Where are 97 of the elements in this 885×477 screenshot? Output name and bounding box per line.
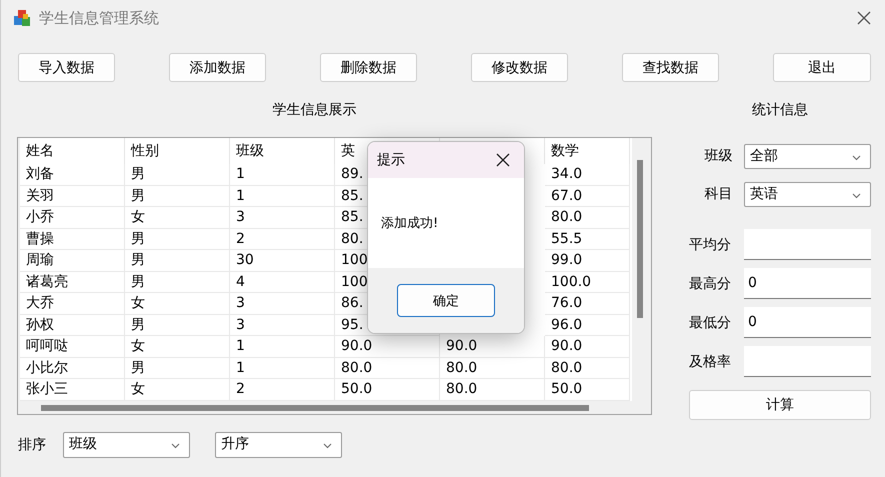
toolbar-button[interactable]: 删除数据 xyxy=(320,53,417,82)
column-header[interactable]: 班级 xyxy=(230,138,335,164)
table-cell: 女 xyxy=(131,338,145,354)
table-cell: 3 xyxy=(236,295,245,311)
table-cell: 90.0 xyxy=(551,338,582,354)
cubes-icon xyxy=(12,8,32,28)
result-label: 最高分 xyxy=(689,274,732,292)
column-header[interactable]: 数学 xyxy=(545,138,630,164)
ok-button[interactable]: 确定 xyxy=(397,284,495,317)
table-cell: 96.0 xyxy=(551,316,582,332)
toolbar-button[interactable]: 导入数据 xyxy=(18,53,115,82)
toolbar-button[interactable]: 修改数据 xyxy=(471,53,568,82)
table-cell: 30 xyxy=(236,252,254,268)
table-cell: 2 xyxy=(236,381,245,397)
table-cell: 关羽 xyxy=(26,188,54,204)
sort-order-dropdown[interactable]: 升序 xyxy=(215,432,342,458)
window-title: 学生信息管理系统 xyxy=(39,8,160,28)
table-cell: 男 xyxy=(131,188,145,204)
table-cell: 诸葛亮 xyxy=(26,274,68,290)
table-cell: 孙权 xyxy=(26,316,54,332)
table-cell: 男 xyxy=(131,166,145,182)
dialog-title: 提示 xyxy=(377,151,405,169)
table-cell: 100 xyxy=(341,252,368,268)
table-cell: 89. xyxy=(341,166,364,182)
dialog-message: 添加成功! xyxy=(381,215,438,232)
table-cell: 刘备 xyxy=(26,166,54,182)
chevron-icon xyxy=(852,192,861,198)
table-cell: 曹操 xyxy=(26,230,54,246)
table-cell: 34.0 xyxy=(551,166,582,182)
table-cell: 男 xyxy=(131,230,145,246)
table-cell: 80.0 xyxy=(446,360,478,376)
input-field[interactable]: 0 xyxy=(744,307,871,338)
table-cell: 85. xyxy=(341,209,364,225)
table-cell: 女 xyxy=(131,209,145,225)
filter-dropdown[interactable]: 全部 xyxy=(744,144,871,168)
chevron-icon xyxy=(171,443,180,449)
section-title: 学生信息展示 xyxy=(272,100,356,118)
column-header[interactable]: 性别 xyxy=(125,138,230,164)
table-cell: 86. xyxy=(341,295,364,311)
input-field[interactable] xyxy=(744,229,871,260)
toolbar-button[interactable]: 退出 xyxy=(773,53,871,82)
table-cell: 95. xyxy=(341,316,364,332)
table-cell: 2 xyxy=(236,230,245,246)
table-cell: 男 xyxy=(131,274,145,290)
table-cell: 男 xyxy=(131,360,145,376)
table-cell: 50.0 xyxy=(341,381,372,397)
column-header[interactable]: 姓名 xyxy=(20,138,125,164)
table-cell: 周瑜 xyxy=(26,252,54,268)
filter-label: 科目 xyxy=(704,185,734,203)
table-cell: 100 xyxy=(341,274,368,290)
sort-label: 排序 xyxy=(18,436,46,454)
table-cell: 1 xyxy=(236,338,245,354)
chevron-icon xyxy=(323,443,332,449)
table-cell: 女 xyxy=(131,295,145,311)
table-cell: 3 xyxy=(236,209,245,225)
close-icon[interactable] xyxy=(496,153,510,167)
table-cell: 1 xyxy=(236,166,245,182)
table-cell: 99.0 xyxy=(551,252,582,268)
table-cell: 80.0 xyxy=(446,381,478,397)
toolbar-button[interactable]: 查找数据 xyxy=(622,53,719,82)
table-cell: 76.0 xyxy=(551,295,582,311)
table-cell: 男 xyxy=(131,252,145,268)
table-cell: 男 xyxy=(131,316,145,332)
result-label: 及格率 xyxy=(689,352,732,370)
table-cell: 大乔 xyxy=(26,295,54,311)
table-cell: 80.0 xyxy=(551,209,582,225)
table-cell: 小比尔 xyxy=(26,360,68,376)
chevron-icon xyxy=(852,154,861,160)
result-label: 最低分 xyxy=(689,314,732,332)
toolbar-button[interactable]: 添加数据 xyxy=(169,53,266,82)
filter-label: 班级 xyxy=(704,147,734,165)
table-cell: 90.0 xyxy=(446,338,478,354)
table-cell: 100.0 xyxy=(551,274,592,290)
table-cell: 80. xyxy=(341,230,364,246)
close-icon[interactable] xyxy=(857,11,871,25)
table-cell: 50.0 xyxy=(551,381,582,397)
sort-field-dropdown[interactable]: 班级 xyxy=(63,432,190,458)
table-cell: 张小三 xyxy=(26,381,68,397)
table-cell: 55.5 xyxy=(551,230,582,246)
table-cell: 4 xyxy=(236,274,245,290)
section-title: 统计信息 xyxy=(752,100,808,118)
table-cell: 小乔 xyxy=(26,209,54,225)
result-label: 平均分 xyxy=(689,236,732,254)
table-cell: 1 xyxy=(236,360,245,376)
table-cell: 67.0 xyxy=(551,188,582,204)
table-cell: 呵呵哒 xyxy=(26,338,68,354)
table-cell: 80.0 xyxy=(551,360,582,376)
input-field[interactable]: 0 xyxy=(744,268,871,299)
calculate-button[interactable]: 计算 xyxy=(689,390,871,420)
table-cell: 1 xyxy=(236,188,245,204)
table-cell: 女 xyxy=(131,381,145,397)
table-cell: 3 xyxy=(236,316,245,332)
table-cell: 90.0 xyxy=(341,338,372,354)
input-field[interactable] xyxy=(744,346,871,377)
filter-dropdown[interactable]: 英语 xyxy=(744,182,871,206)
table-cell: 80.0 xyxy=(341,360,372,376)
table-cell: 85. xyxy=(341,188,364,204)
